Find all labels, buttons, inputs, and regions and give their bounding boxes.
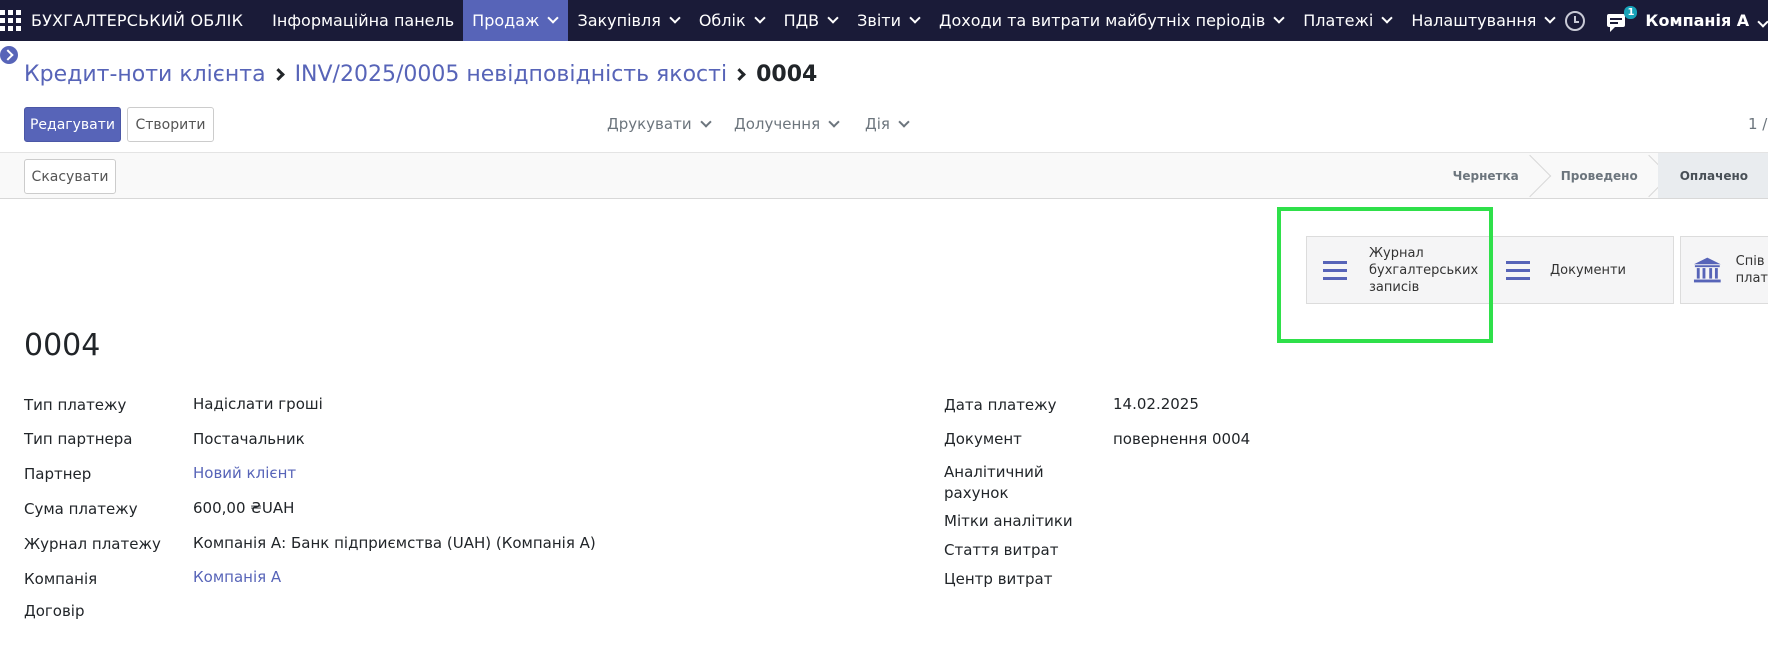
menu-item-label: Платежі <box>1303 11 1374 30</box>
field-label-contract: Договір <box>24 602 85 620</box>
menu-item-deferred[interactable]: Доходи та витрати майбутніх періодів <box>930 0 1294 41</box>
main-menu: Інформаційна панель Продаж Закупівля Обл… <box>263 0 1565 41</box>
field-label-cost-center: Центр витрат <box>944 570 1053 588</box>
field-value-payment-date: 14.02.2025 <box>1113 395 1199 413</box>
field-value-partner-type: Постачальник <box>193 430 305 448</box>
menu-item-settings[interactable]: Налаштування <box>1402 0 1565 41</box>
field-value-amount: 600,00 ₴UAH <box>193 499 295 517</box>
stage-draft[interactable]: Чернетка <box>1431 153 1539 198</box>
documents-button[interactable]: Документи <box>1490 236 1674 304</box>
menu-item-purchase[interactable]: Закупівля <box>568 0 689 41</box>
field-label-company: Компанія <box>24 570 98 588</box>
status-bar: Скасувати Чернетка Проведено Оплачено <box>0 153 1768 199</box>
grid-icon <box>0 10 21 31</box>
menu-item-label: Інформаційна панель <box>272 11 455 30</box>
pager[interactable]: 1 / <box>1748 115 1768 133</box>
apps-menu-button[interactable] <box>0 0 21 41</box>
list-icon <box>1506 256 1530 285</box>
field-label-payment-type: Тип платежу <box>24 396 127 414</box>
field-value-journal: Компанія А: Банк підприємства (UAH) (Ком… <box>193 534 596 552</box>
record-title: 0004 <box>24 328 101 363</box>
field-label-analytic-tags: Мітки аналітики <box>944 512 1073 530</box>
bank-icon <box>1693 257 1721 283</box>
menu-item-label: Налаштування <box>1411 11 1537 30</box>
chevron-right-icon <box>733 68 746 81</box>
field-label-partner-type: Тип партнера <box>24 430 133 448</box>
chevron-down-icon <box>1757 16 1768 28</box>
chevron-down-icon <box>1381 12 1394 24</box>
reconciled-payments-button[interactable]: Спів плат <box>1680 236 1768 304</box>
chevron-down-icon <box>753 12 766 24</box>
partner-link[interactable]: Новий клієнт <box>193 464 296 482</box>
menu-item-label: ПДВ <box>783 11 820 30</box>
attachments-dropdown[interactable]: Долучення <box>734 115 840 133</box>
chat-icon[interactable]: 1 <box>1607 5 1638 32</box>
top-navbar: БУХГАЛТЕРСЬКИЙ ОБЛІК Інформаційна панель… <box>0 0 1768 41</box>
cancel-button[interactable]: Скасувати <box>24 159 116 194</box>
menu-item-label: Продаж <box>472 11 540 30</box>
sidebar-toggle-button[interactable] <box>0 46 18 64</box>
field-label-journal: Журнал платежу <box>24 535 161 553</box>
create-button[interactable]: Створити <box>127 107 214 142</box>
field-value-payment-type: Надіслати гроші <box>193 395 323 413</box>
chevron-down-icon <box>1273 12 1285 24</box>
action-dropdown[interactable]: Дія <box>865 115 910 133</box>
chevron-down-icon <box>898 115 910 128</box>
stage-posted[interactable]: Проведено <box>1539 153 1658 198</box>
menu-item-reports[interactable]: Звіти <box>848 0 930 41</box>
clock-icon[interactable] <box>1565 10 1586 31</box>
messages-badge: 1 <box>1624 5 1638 19</box>
field-label-payment-date: Дата платежу <box>944 396 1057 414</box>
menu-item-payments[interactable]: Платежі <box>1294 0 1402 41</box>
menu-item-label: Закупівля <box>577 11 661 30</box>
menu-item-label: Звіти <box>857 11 901 30</box>
action-label: Дія <box>865 115 890 133</box>
field-label-partner: Партнер <box>24 465 92 483</box>
reconciled-payments-label: Спів плат <box>1735 254 1768 286</box>
field-label-document: Документ <box>944 430 1022 448</box>
menu-item-vat[interactable]: ПДВ <box>775 0 849 41</box>
print-dropdown[interactable]: Друкувати <box>607 115 712 133</box>
company-link[interactable]: Компанія А <box>193 568 281 586</box>
navbar-systray: 1 Компанія А <box>1565 0 1768 41</box>
chevron-down-icon <box>828 115 840 128</box>
field-label-expense-item: Стаття витрат <box>944 541 1059 559</box>
chevron-down-icon <box>547 12 560 24</box>
edit-button[interactable]: Редагувати <box>24 107 121 142</box>
chevron-down-icon <box>827 12 839 24</box>
breadcrumb-current: 0004 <box>756 62 818 87</box>
highlight-box <box>1277 207 1493 343</box>
company-switcher[interactable]: Компанія А <box>1645 11 1768 30</box>
field-label-amount: Сума платежу <box>24 500 138 518</box>
breadcrumb-parent-link[interactable]: INV/2025/0005 невідповідність якості <box>295 62 728 87</box>
menu-item-dashboard[interactable]: Інформаційна панель <box>263 0 463 41</box>
field-value-document: повернення 0004 <box>1113 430 1251 448</box>
company-name: Компанія А <box>1645 11 1750 30</box>
menu-item-label: Доходи та витрати майбутніх періодів <box>939 11 1266 30</box>
breadcrumb-root-link[interactable]: Кредит-ноти клієнта <box>24 62 266 87</box>
chevron-down-icon <box>909 12 921 24</box>
chevron-down-icon <box>699 115 712 128</box>
stage-pipeline: Чернетка Проведено Оплачено <box>1431 153 1768 198</box>
documents-label: Документи <box>1550 262 1626 278</box>
menu-item-label: Облік <box>698 11 746 30</box>
breadcrumb: Кредит-ноти клієнта INV/2025/0005 невідп… <box>24 62 817 87</box>
menu-item-sales[interactable]: Продаж <box>463 0 569 41</box>
menu-item-accounting[interactable]: Облік <box>690 0 775 41</box>
field-label-analytic-account: Аналітичний рахунок <box>944 463 1044 502</box>
chevron-right-icon <box>271 68 285 81</box>
chevron-down-icon <box>669 12 681 24</box>
stage-paid[interactable]: Оплачено <box>1657 153 1768 198</box>
attachments-label: Долучення <box>734 115 821 133</box>
print-label: Друкувати <box>607 115 692 133</box>
chevron-down-icon <box>1544 12 1557 24</box>
app-brand[interactable]: БУХГАЛТЕРСЬКИЙ ОБЛІК <box>21 11 263 30</box>
